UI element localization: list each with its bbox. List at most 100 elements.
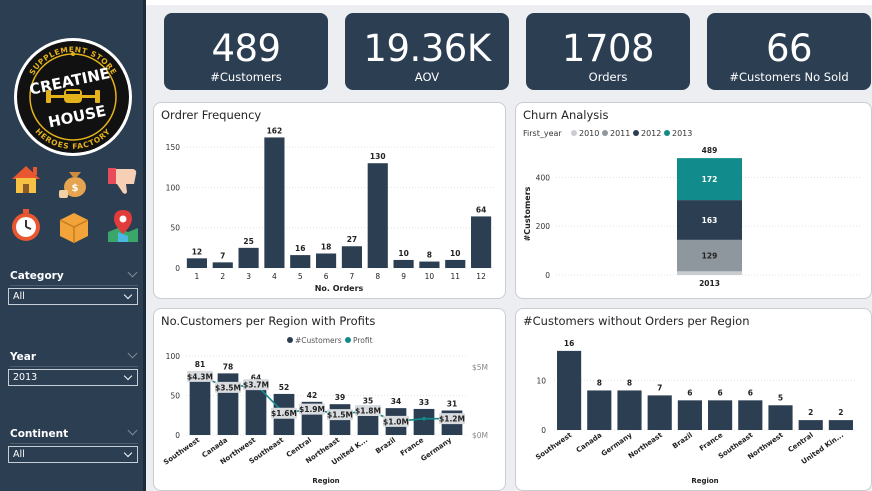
data-label: 8: [627, 378, 632, 387]
stack-segment-2010: [677, 271, 742, 275]
legend-label: 2012: [641, 129, 661, 138]
x-tick-label: 8: [375, 272, 380, 281]
legend-label: 2011: [610, 129, 630, 138]
y-tick-label: 100: [166, 183, 181, 192]
data-label: 16: [564, 339, 574, 348]
data-label: 2: [838, 408, 843, 417]
customers-per-region-panel[interactable]: No.Customers per Region with Profits #Cu…: [153, 308, 506, 491]
x-tick-label: Brazil: [671, 431, 694, 450]
bar: [316, 253, 337, 268]
kpi-label: Orders: [588, 70, 628, 84]
dashboard: SUPPLEMENT STORE HEROES FACTORY CREATINE…: [0, 0, 872, 491]
category-chevron-icon[interactable]: [127, 267, 138, 278]
data-label: 172: [702, 175, 718, 184]
x-tick-label: 3: [246, 272, 251, 281]
legend-label: #Customers: [295, 336, 342, 345]
bar: [393, 259, 414, 268]
kpi-card-orders[interactable]: 1708 Orders: [526, 13, 690, 90]
data-label: 6: [748, 388, 753, 397]
category-select-value: All: [13, 291, 25, 302]
profit-label: $1.2M: [439, 415, 465, 424]
bar: [367, 163, 388, 268]
home-icon[interactable]: [7, 160, 45, 198]
chevron-down-icon: [123, 290, 133, 300]
kpi-card-aov[interactable]: 19.36K AOV: [345, 13, 509, 90]
money-bag-icon[interactable]: $: [56, 163, 94, 201]
data-label: 7: [657, 383, 662, 392]
x-tick-label: 4: [272, 272, 277, 281]
churn-analysis-panel[interactable]: Churn Analysis First_year 2010 2011 2012 201…: [515, 102, 872, 299]
kpi-value: 66: [765, 27, 813, 70]
x-tick-label: Southwest: [162, 436, 201, 467]
continent-select-value: All: [13, 449, 25, 460]
data-label: 27: [347, 235, 357, 244]
map-pin-icon[interactable]: [104, 207, 142, 245]
thumbs-down-icon[interactable]: [104, 161, 142, 199]
stopwatch-icon[interactable]: [7, 206, 45, 244]
data-label: 10: [450, 249, 460, 258]
customers-per-region-chart: #Customers Profit 0 50 100 $0M $5M 81 Southwest 7…: [162, 336, 488, 485]
x-tick-label: Brazil: [374, 436, 397, 455]
bar: [738, 400, 763, 430]
legend-title: First_year: [523, 129, 562, 138]
x-tick-label: 5: [298, 272, 303, 281]
legend-marker: [571, 130, 577, 136]
profit-label: $3.7M: [243, 381, 269, 390]
kpi-card-customers-no-sold[interactable]: 66 #Customers No Sold: [707, 13, 871, 90]
x-axis-title: No. Orders: [315, 284, 364, 293]
x-tick-label: 2: [220, 272, 225, 281]
y-tick-label: 200: [536, 222, 551, 231]
y-tick-label: 0: [545, 271, 550, 280]
data-label: 34: [391, 397, 401, 406]
bar: [557, 350, 582, 430]
category-select[interactable]: All: [8, 288, 138, 305]
y-tick-label: 10: [536, 377, 546, 386]
bar: [768, 405, 793, 430]
kpi-card-customers[interactable]: 489 #Customers: [164, 13, 328, 90]
customers-without-orders-panel[interactable]: #Customers without Orders per Region 0 10…: [515, 308, 872, 491]
data-label: 42: [307, 391, 317, 400]
data-label: 8: [427, 251, 432, 260]
bar: [290, 255, 311, 268]
profit-label: $1.9M: [299, 405, 325, 414]
profit-label: $4.3M: [187, 372, 213, 381]
data-label: 31: [447, 400, 457, 409]
x-tick-label: 9: [401, 272, 406, 281]
continent-chevron-icon[interactable]: [127, 425, 138, 436]
bar: [471, 216, 492, 268]
data-label: 163: [702, 216, 718, 225]
bar: [413, 408, 435, 435]
kpi-label: #Customers No Sold: [729, 70, 849, 84]
sidebar: SUPPLEMENT STORE HEROES FACTORY CREATINE…: [0, 0, 146, 491]
data-label: 8: [597, 378, 602, 387]
data-label: 81: [195, 360, 205, 369]
year-select[interactable]: 2013: [8, 369, 138, 386]
data-label: 12: [192, 247, 202, 256]
year-filter-label: Year: [10, 351, 37, 363]
profit-point: [422, 416, 426, 421]
legend-label: 2010: [579, 129, 599, 138]
x-tick-label: 2013: [699, 279, 720, 288]
bar: [186, 258, 207, 268]
kpi-value: 489: [211, 27, 281, 70]
data-label: 10: [398, 249, 408, 258]
y-tick-label: 0: [541, 426, 546, 435]
data-label: 33: [419, 398, 429, 407]
order-frequency-panel[interactable]: Ordrer Frequency 0 50 100 150 12 1 7 2 25 3 162 4 16…: [153, 102, 506, 299]
y-tick-label: 400: [536, 173, 551, 182]
x-tick-label: Northeast: [627, 431, 664, 461]
continent-select[interactable]: All: [8, 446, 138, 463]
year-chevron-icon[interactable]: [127, 348, 138, 359]
profit-label: $3.5M: [215, 383, 241, 392]
legend-marker: [287, 337, 293, 343]
package-box-icon[interactable]: [55, 208, 93, 246]
x-tick-label: Germany: [419, 436, 453, 463]
order-frequency-chart: 0 50 100 150 12 1 7 2 25 3 162 4 16 5 18 6 27 7 130 8 10 9 8 10…: [166, 126, 494, 293]
customers-without-orders-chart: 01016Southwest8Canada8Germany7Northeast6…: [534, 339, 856, 485]
y-tick-label: 50: [170, 224, 180, 233]
x-tick-label: Southwest: [534, 431, 573, 462]
data-label: 7: [220, 251, 225, 260]
data-label: 6: [717, 388, 722, 397]
legend-label: Profit: [353, 336, 373, 345]
x-tick-label: 7: [350, 272, 355, 281]
